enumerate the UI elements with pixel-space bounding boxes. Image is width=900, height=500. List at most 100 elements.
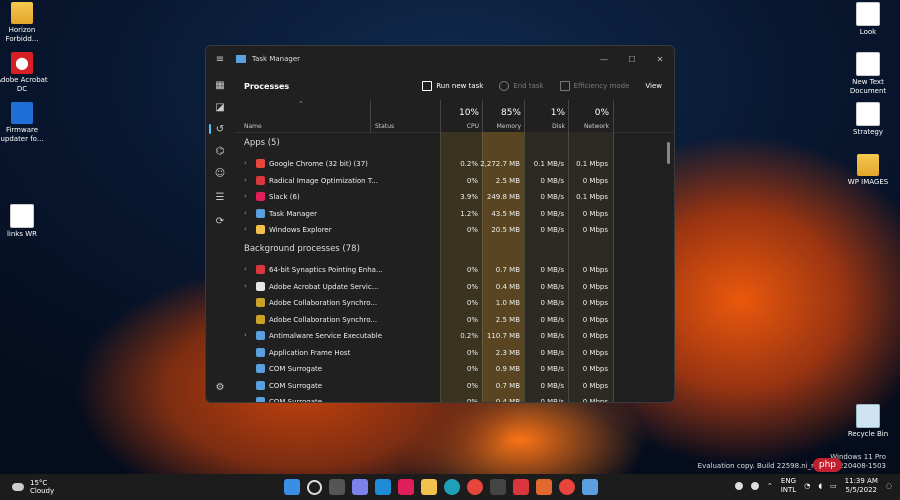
process-name: Adobe Acrobat Update Servic... — [269, 282, 379, 291]
chevron-right-icon[interactable]: › — [244, 176, 247, 184]
process-row[interactable]: › Windows Explorer 0% 20.5 MB 0 MB/s 0 Mbps — [234, 222, 674, 238]
process-row[interactable]: COM Surrogate 0% 0.4 MB 0 MB/s 0 Mbps — [234, 394, 674, 403]
desktop-icon-firmware[interactable]: Firmware updater fo... — [0, 102, 52, 144]
process-disk: 0 MB/s — [540, 176, 564, 185]
tray-icon[interactable] — [750, 482, 759, 490]
process-row[interactable]: › Slack (6) 3.9% 249.8 MB 0 MB/s 0.1 Mbps — [234, 189, 674, 205]
teams-chat-icon[interactable] — [352, 479, 368, 495]
battery-icon[interactable]: ▭ — [830, 482, 837, 491]
process-row[interactable]: › Radical Image Optimization T... 0% 2.5 MB… — [234, 173, 674, 189]
wifi-icon[interactable]: ◔ — [804, 482, 810, 491]
slack-icon[interactable] — [398, 479, 414, 495]
process-row[interactable]: Adobe Collaboration Synchro... 0% 2.5 MB 0 … — [234, 312, 674, 328]
file-explorer-icon[interactable] — [421, 479, 437, 495]
desktop-icon-recycle-bin[interactable]: Recycle Bin — [838, 404, 898, 439]
startup-apps-icon[interactable]: ⌬ — [214, 146, 226, 158]
process-row[interactable]: › Task Manager 1.2% 43.5 MB 0 MB/s 0 Mbps — [234, 206, 674, 222]
name-column-header[interactable]: Name — [234, 100, 370, 132]
language-indicator[interactable]: ENG INTL — [781, 477, 796, 495]
process-row[interactable]: › 64-bit Synaptics Pointing Enha... 0% 0.7 … — [234, 262, 674, 278]
disk-column-header[interactable]: 1% Disk — [524, 100, 569, 132]
process-icon — [256, 380, 265, 390]
weather-widget[interactable]: 15°C Cloudy — [12, 479, 54, 495]
tray-icon[interactable] — [734, 482, 743, 490]
process-memory: 2.5 MB — [495, 176, 520, 185]
process-cpu: 0.2% — [460, 160, 478, 168]
process-cpu: 0% — [466, 381, 478, 390]
minimize-button[interactable]: — — [590, 55, 618, 64]
process-name: COM Surrogate — [269, 398, 323, 403]
desktop-icon-links[interactable]: links WR — [0, 204, 52, 239]
run-new-task-button[interactable]: Run new task — [422, 81, 483, 91]
chrome-icon[interactable] — [467, 479, 483, 495]
app-icon[interactable] — [536, 479, 552, 495]
scrollbar[interactable] — [667, 142, 670, 164]
close-button[interactable]: ✕ — [646, 55, 674, 64]
process-row[interactable]: COM Surrogate 0% 0.7 MB 0 MB/s 0 Mbps — [234, 378, 674, 394]
process-memory: 0.9 MB — [495, 365, 520, 373]
chevron-right-icon[interactable]: › — [244, 282, 247, 290]
chevron-right-icon[interactable]: › — [244, 192, 247, 200]
end-task-button[interactable]: End task — [499, 81, 544, 91]
clock[interactable]: 11:39 AM 5/5/2022 — [845, 477, 878, 495]
background-group-header[interactable]: Background processes (78) — [244, 244, 360, 254]
users-icon[interactable]: ☺ — [214, 168, 226, 180]
start-icon[interactable] — [284, 479, 300, 495]
network-column-header[interactable]: 0% Network — [568, 100, 614, 132]
process-row[interactable]: › Google Chrome (32 bit) (37) 0.2% 2,272.7 … — [234, 156, 674, 172]
chevron-right-icon[interactable]: › — [244, 159, 247, 167]
details-icon[interactable]: ☰ — [214, 192, 226, 204]
process-row[interactable]: Adobe Collaboration Synchro... 0% 1.0 MB 0 … — [234, 295, 674, 311]
process-icon — [256, 159, 265, 168]
chevron-up-icon[interactable]: ⌃ — [767, 482, 773, 491]
edge-icon[interactable] — [444, 479, 460, 495]
chevron-right-icon[interactable]: › — [244, 331, 247, 339]
app-history-icon[interactable]: ↺ — [214, 124, 226, 136]
network-total: 0% — [594, 108, 609, 118]
maximize-button[interactable]: ☐ — [618, 55, 646, 64]
services-icon[interactable]: ⟳ — [214, 216, 226, 228]
process-row[interactable]: COM Surrogate 0% 0.9 MB 0 MB/s 0 Mbps — [234, 361, 674, 377]
process-cpu: 0.2% — [460, 332, 478, 340]
chevron-right-icon[interactable]: › — [244, 209, 247, 217]
apps-group-header[interactable]: Apps (5) — [244, 138, 280, 148]
efficiency-mode-button[interactable]: Efficiency mode — [559, 81, 629, 91]
status-column-header[interactable]: Status — [370, 100, 441, 132]
disk-header-label: Disk — [552, 123, 565, 130]
process-icon — [256, 225, 265, 234]
volume-icon[interactable]: ◖ — [818, 482, 822, 491]
app-icon[interactable] — [513, 479, 529, 495]
chrome-icon[interactable] — [559, 479, 575, 495]
document-icon — [10, 204, 34, 228]
process-network: 0 Mbps — [582, 266, 608, 274]
desktop-icon-new-text[interactable]: New Text Document — [838, 52, 898, 96]
performance-icon[interactable]: ◪ — [214, 102, 226, 114]
chevron-right-icon[interactable]: › — [244, 225, 247, 233]
process-row[interactable]: Application Frame Host 0% 2.3 MB 0 MB/s 0 Mb… — [234, 345, 674, 361]
settings-icon[interactable]: ⚙ — [214, 382, 226, 394]
recycle-bin-icon — [856, 404, 880, 428]
process-row[interactable]: › Adobe Acrobat Update Servic... 0% 0.4 MB 0… — [234, 279, 674, 295]
menu-icon[interactable]: ≡ — [214, 54, 226, 66]
process-row[interactable]: › Antimalware Service Executable 0.2% 110.7… — [234, 328, 674, 344]
process-memory: 2,272.7 MB — [480, 160, 520, 168]
search-icon[interactable] — [307, 480, 322, 495]
memory-column-header[interactable]: 85% Memory — [482, 100, 525, 132]
process-disk: 0 MB/s — [540, 332, 564, 340]
cpu-column-header[interactable]: 10% CPU — [440, 100, 483, 132]
notification-icon[interactable]: ◌ — [886, 482, 892, 491]
desktop-icon-horizon[interactable]: Horizon Forbidd... — [0, 2, 52, 44]
desktop-icon-acrobat[interactable]: ⬤ Adobe Acrobat DC — [0, 52, 52, 94]
desktop-icon-strategy[interactable]: Strategy — [838, 102, 898, 137]
desktop-icon-look[interactable]: Look — [838, 2, 898, 37]
task-manager-taskbar-icon[interactable] — [582, 479, 598, 495]
processes-icon[interactable]: ▦ — [214, 80, 226, 92]
ms-store-icon[interactable] — [490, 479, 506, 495]
folder-icon — [857, 154, 879, 176]
chevron-right-icon[interactable]: › — [244, 265, 247, 273]
process-cpu: 0% — [466, 176, 478, 185]
view-button[interactable]: View — [645, 82, 662, 90]
mail-icon[interactable] — [375, 479, 391, 495]
task-view-icon[interactable] — [329, 479, 345, 495]
desktop-icon-wp-images[interactable]: WP IMAGES — [838, 154, 898, 187]
